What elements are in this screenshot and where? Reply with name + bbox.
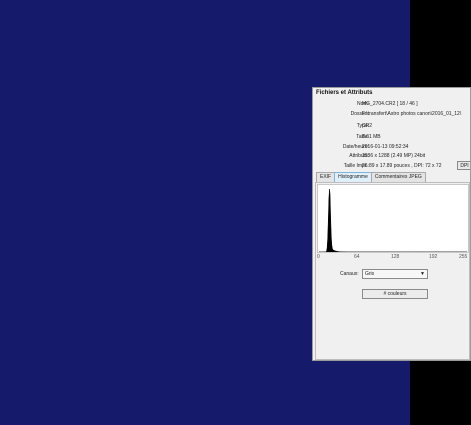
dpi-button[interactable]: DPI xyxy=(457,161,470,170)
channels-select[interactable]: Gris ▼ xyxy=(362,269,428,279)
attributes-value: 1936 x 1288 (2.49 MP) 24bit xyxy=(362,153,426,159)
histogram-svg xyxy=(319,188,467,252)
x-tick-128: 128 xyxy=(391,254,400,260)
tab-bar: EXIF Histogramme Commentaires JPEG xyxy=(316,172,426,182)
count-colors-button[interactable]: # couleurs xyxy=(362,289,428,299)
type-value: CR2 xyxy=(362,123,373,129)
chevron-down-icon: ▼ xyxy=(420,271,425,277)
histogram-plot xyxy=(317,184,469,253)
file-attributes-panel: Fichiers et Attributs Nom: MG_2704.CR2 [… xyxy=(312,87,471,361)
x-tick-64: 64 xyxy=(354,254,360,260)
datetime-value: 2016-01-13 09:52:34 xyxy=(362,144,409,150)
channels-label: Canaux: xyxy=(340,271,359,277)
folder-value: F:\transfert\Astro photos canon\2016_01_… xyxy=(362,111,462,117)
size-value: 8.61 MB xyxy=(362,134,381,140)
tab-jpeg-comments[interactable]: Commentaires JPEG xyxy=(370,172,426,182)
print-size-value: 26.89 x 17.89 pouces , DPI: 72 x 72 xyxy=(362,163,442,169)
channels-select-value: Gris xyxy=(365,271,375,277)
tab-exif[interactable]: EXIF xyxy=(316,172,336,182)
panel-title: Fichiers et Attributs xyxy=(316,90,373,96)
x-tick-0: 0 xyxy=(317,254,320,260)
histogram-curve xyxy=(319,188,467,252)
x-tick-255: 255 xyxy=(459,254,468,260)
name-value: MG_2704.CR2 [ 18 / 46 ] xyxy=(362,101,418,107)
x-tick-192: 192 xyxy=(429,254,438,260)
tab-histogram[interactable]: Histogramme xyxy=(334,172,372,182)
